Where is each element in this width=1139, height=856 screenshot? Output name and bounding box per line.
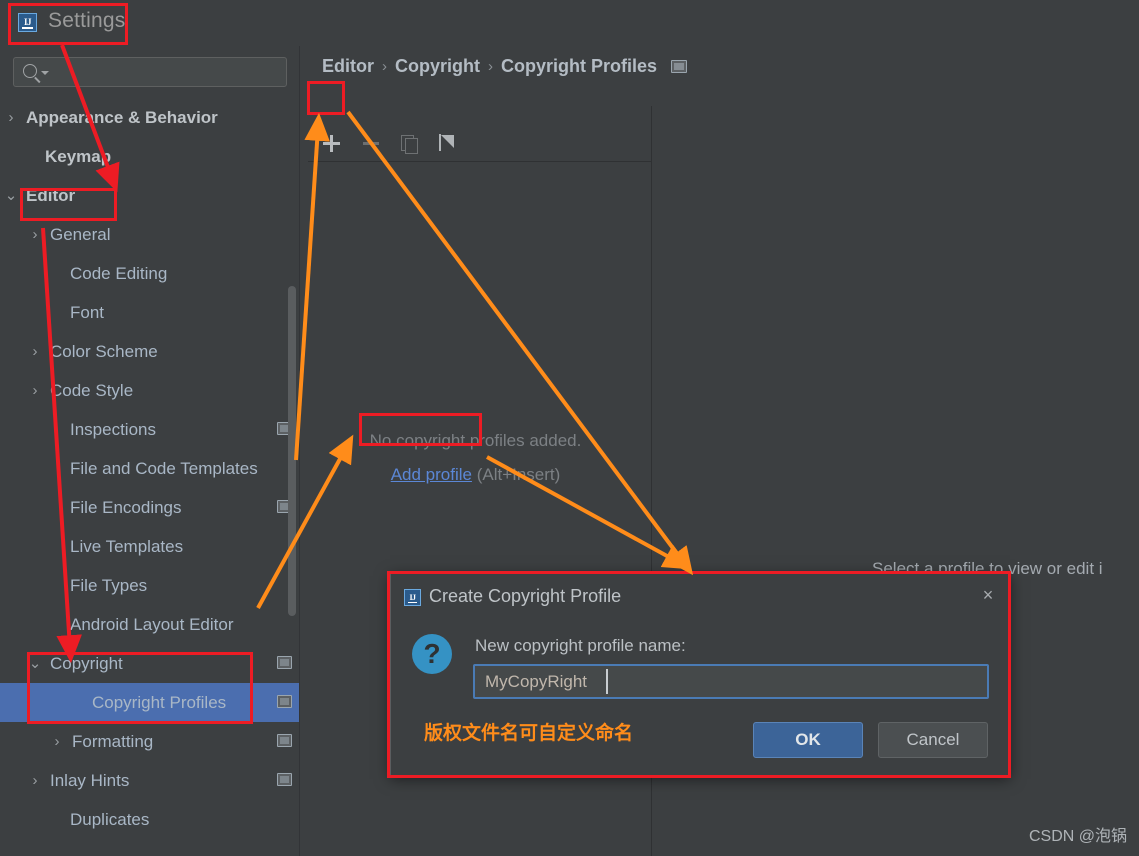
sidebar-item-color-scheme[interactable]: › Color Scheme xyxy=(0,332,300,371)
copy-profile-button[interactable] xyxy=(392,126,426,160)
sidebar-item-label: Copyright Profiles xyxy=(92,692,227,712)
chevron-right-icon[interactable]: › xyxy=(28,344,42,359)
search-box[interactable] xyxy=(13,57,287,87)
sidebar-item-keymap[interactable]: Keymap xyxy=(0,137,300,176)
scope-settings-icon xyxy=(277,773,292,786)
sidebar-item-editor[interactable]: ⌄ Editor xyxy=(0,176,300,215)
add-profile-link[interactable]: Add profile xyxy=(391,465,472,484)
sidebar-item-code-editing[interactable]: Code Editing xyxy=(0,254,300,293)
window-title-bar: IJ Settings xyxy=(0,0,1139,46)
sidebar-item-label: Copyright xyxy=(50,653,123,673)
sidebar-item-label: Duplicates xyxy=(70,809,150,829)
sidebar-item-label: Editor xyxy=(26,185,76,205)
empty-state-action-line: Add profile (Alt+Insert) xyxy=(300,458,651,492)
sidebar-item-label: Color Scheme xyxy=(50,341,158,361)
sidebar-item-label: Code Editing xyxy=(70,263,168,283)
sidebar-item-label: Inlay Hints xyxy=(50,770,130,790)
sidebar-item-inspections[interactable]: Inspections xyxy=(0,410,300,449)
sidebar-item-label: Font xyxy=(70,302,105,322)
sidebar-item-android-layout-editor[interactable]: Android Layout Editor xyxy=(0,605,300,644)
profile-name-input[interactable] xyxy=(473,664,989,699)
remove-profile-button[interactable] xyxy=(354,126,388,160)
settings-window: IJ Settings › Appearance & Behavior Keymap… xyxy=(0,0,1139,856)
sidebar-item-font[interactable]: Font xyxy=(0,293,300,332)
breadcrumb-separator: › xyxy=(488,57,493,75)
breadcrumb-separator: › xyxy=(382,57,387,75)
sidebar-scrollbar[interactable] xyxy=(288,286,296,616)
chevron-right-icon[interactable]: › xyxy=(50,734,64,749)
dialog-app-icon: IJ xyxy=(404,589,421,606)
sidebar-item-label: Code Style xyxy=(50,380,134,400)
sidebar-item-label: Live Templates xyxy=(70,536,184,556)
chevron-right-icon[interactable]: › xyxy=(28,227,42,242)
sidebar-item-formatting[interactable]: › Formatting xyxy=(0,722,300,761)
search-input[interactable] xyxy=(54,58,282,86)
chevron-down-icon[interactable] xyxy=(41,71,49,75)
profile-name-label: New copyright profile name: xyxy=(475,636,686,655)
cancel-button[interactable]: Cancel xyxy=(878,722,988,758)
chevron-down-icon[interactable]: ⌄ xyxy=(4,188,18,203)
search-icon xyxy=(23,64,37,78)
sidebar-item-copyright-profiles[interactable]: Copyright Profiles xyxy=(0,683,300,722)
sidebar-item-appearance-behavior[interactable]: › Appearance & Behavior xyxy=(0,98,300,137)
breadcrumb-item[interactable]: Editor xyxy=(322,56,374,77)
import-icon xyxy=(438,134,456,152)
window-title: Settings xyxy=(48,9,126,32)
plus-icon xyxy=(322,134,340,152)
chevron-right-icon[interactable]: › xyxy=(4,110,18,125)
minus-icon xyxy=(363,141,379,145)
sidebar-item-label: Keymap xyxy=(45,146,112,166)
profiles-toolbar xyxy=(308,126,648,160)
chevron-down-icon[interactable]: ⌄ xyxy=(28,656,42,671)
annotation-note-text: 版权文件名可自定义命名 xyxy=(424,723,634,744)
sidebar-item-file-and-code-templates[interactable]: File and Code Templates xyxy=(0,449,300,488)
breadcrumb-item[interactable]: Copyright xyxy=(395,56,480,77)
question-icon: ? xyxy=(412,634,452,674)
sidebar-item-label: Formatting xyxy=(72,731,154,751)
text-caret xyxy=(606,669,608,694)
scope-settings-icon[interactable] xyxy=(671,59,688,73)
scope-settings-icon xyxy=(277,695,292,708)
chevron-right-icon[interactable]: › xyxy=(28,773,42,788)
sidebar-item-copyright[interactable]: ⌄ Copyright xyxy=(0,644,300,683)
empty-state: No copyright profiles added. Add profile… xyxy=(300,424,651,492)
sidebar-item-label: Android Layout Editor xyxy=(70,614,234,634)
sidebar-item-code-style[interactable]: › Code Style xyxy=(0,371,300,410)
settings-tree: › Appearance & Behavior Keymap ⌄ Editor › Gene… xyxy=(0,98,300,839)
breadcrumb-item[interactable]: Copyright Profiles xyxy=(501,56,657,77)
import-profile-button[interactable] xyxy=(430,126,464,160)
sidebar-item-label: File Encodings xyxy=(70,497,182,517)
add-profile-button[interactable] xyxy=(314,126,348,160)
sidebar-item-general[interactable]: › General xyxy=(0,215,300,254)
toolbar-divider xyxy=(308,161,651,162)
sidebar-item-label: General xyxy=(50,224,111,244)
sidebar-item-label: Appearance & Behavior xyxy=(26,107,218,127)
copy-icon xyxy=(401,134,418,154)
intellij-idea-icon: IJ xyxy=(18,13,37,32)
settings-sidebar: › Appearance & Behavior Keymap ⌄ Editor › Gene… xyxy=(0,46,300,856)
scope-settings-icon xyxy=(277,656,292,669)
sidebar-item-inlay-hints[interactable]: › Inlay Hints xyxy=(0,761,300,800)
sidebar-item-file-types[interactable]: File Types xyxy=(0,566,300,605)
sidebar-item-file-encodings[interactable]: File Encodings xyxy=(0,488,300,527)
sidebar-item-label: File Types xyxy=(70,575,148,595)
sidebar-item-label: Inspections xyxy=(70,419,156,439)
chevron-right-icon[interactable]: › xyxy=(28,383,42,398)
scope-settings-icon xyxy=(277,734,292,747)
create-copyright-profile-dialog: IJ Create Copyright Profile × ? New copy… xyxy=(390,573,1010,776)
ok-button[interactable]: OK xyxy=(753,722,863,758)
sidebar-item-duplicates[interactable]: Duplicates xyxy=(0,800,300,839)
sidebar-item-live-templates[interactable]: Live Templates xyxy=(0,527,300,566)
dialog-title: Create Copyright Profile xyxy=(429,586,622,606)
empty-state-message: No copyright profiles added. xyxy=(369,431,582,450)
watermark: CSDN @泡锅 xyxy=(1028,828,1127,845)
breadcrumb: Editor › Copyright › Copyright Profiles xyxy=(322,52,688,80)
close-icon[interactable]: × xyxy=(977,584,999,606)
add-profile-shortcut: (Alt+Insert) xyxy=(471,465,561,484)
sidebar-item-label: File and Code Templates xyxy=(70,458,258,478)
